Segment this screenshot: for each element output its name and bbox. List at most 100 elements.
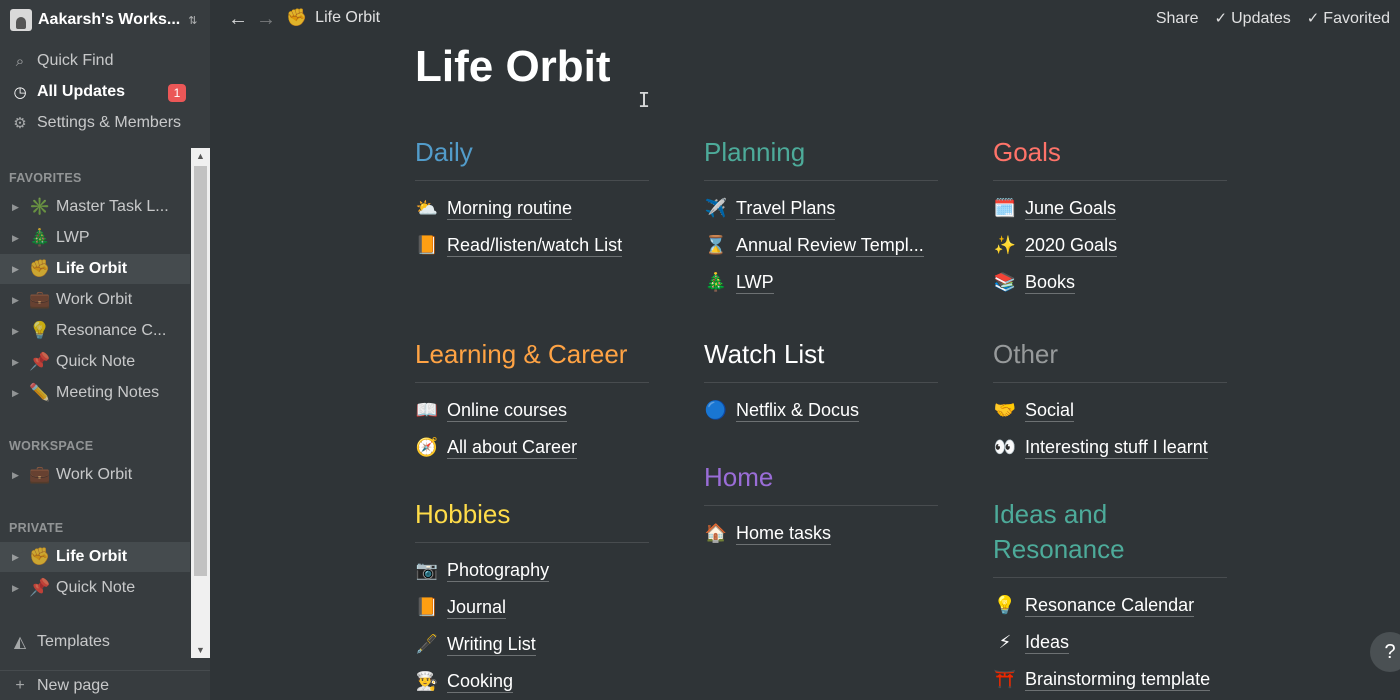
updates-badge: 1 [168, 84, 186, 102]
updates-button[interactable]: ✓ Updates [1215, 9, 1291, 28]
templates-label: Templates [37, 633, 110, 650]
link-reading-list[interactable]: 📙 Read/listen/watch List [415, 230, 623, 260]
back-arrow-icon[interactable]: ← [228, 8, 248, 31]
page-emoji-icon: ✳️ [29, 197, 51, 216]
link-lwp[interactable]: 🎄 LWP [704, 267, 774, 297]
sidebar-item-work-orbit[interactable]: ▶ 💼 Work Orbit [0, 460, 190, 490]
scroll-up-arrow-icon[interactable]: ▲ [191, 148, 210, 164]
expand-triangle-icon[interactable]: ▶ [12, 326, 28, 337]
link-interesting-stuff[interactable]: 👀 Interesting stuff I learnt [993, 432, 1208, 462]
eyes-icon: 👀 [993, 436, 1017, 457]
page-title[interactable]: Life Orbit [415, 42, 611, 92]
heading-learning-career: Learning & Career [415, 337, 649, 383]
new-page-label: New page [37, 676, 110, 694]
scrollbar-thumb[interactable] [194, 166, 207, 576]
breadcrumb-label: Life Orbit [315, 9, 381, 26]
help-button[interactable]: ? [1370, 632, 1400, 672]
link-label: Brainstorming template [1025, 668, 1211, 691]
tv-icon: 🔵 [704, 399, 728, 420]
link-2020-goals[interactable]: ✨ 2020 Goals [993, 230, 1118, 260]
workspace-heading: WORKSPACE [9, 439, 94, 453]
link-social[interactable]: 🤝 Social [993, 395, 1075, 425]
link-morning-routine[interactable]: ⛅ Morning routine [415, 193, 573, 223]
updates-label: Updates [1231, 10, 1291, 27]
page-emoji-icon: 🎄 [29, 228, 51, 247]
share-button[interactable]: Share [1156, 10, 1199, 28]
scroll-down-arrow-icon[interactable]: ▼ [191, 642, 210, 658]
expand-triangle-icon[interactable]: ▶ [12, 552, 28, 563]
heading-home: Home [704, 460, 938, 506]
link-travel-plans[interactable]: ✈️ Travel Plans [704, 193, 836, 223]
settings-label: Settings & Members [37, 114, 182, 131]
quick-find-label: Quick Find [37, 52, 114, 69]
sidebar-item-life-orbit[interactable]: ▶ ✊ Life Orbit [0, 542, 190, 572]
expand-triangle-icon[interactable]: ▶ [12, 470, 28, 481]
page-emoji-icon: 📌 [29, 352, 51, 371]
link-cooking[interactable]: 👨‍🍳 Cooking [415, 666, 514, 696]
expand-triangle-icon[interactable]: ▶ [12, 295, 28, 306]
link-label: Interesting stuff I learnt [1025, 436, 1208, 459]
airplane-icon: ✈️ [704, 197, 728, 218]
workspace-switcher[interactable]: Aakarsh's Works... ⇅ [10, 8, 200, 32]
topbar: ← → ✊ Life Orbit Share ✓ Updates ✓ Favorit… [210, 0, 1400, 40]
link-netflix[interactable]: 🔵 Netflix & Docus [704, 395, 860, 425]
link-online-courses[interactable]: 📖 Online courses [415, 395, 568, 425]
house-icon: 🏠 [704, 522, 728, 543]
link-label: Read/listen/watch List [447, 234, 623, 257]
chevron-updown-icon: ⇅ [188, 14, 198, 27]
lightbulb-icon: 💡 [993, 594, 1017, 615]
expand-triangle-icon[interactable]: ▶ [12, 388, 28, 399]
quick-find-button[interactable]: ⌕ Quick Find [10, 47, 200, 75]
sidebar-item-master-task[interactable]: ▶ ✳️ Master Task L... [0, 192, 190, 222]
link-label: Cooking [447, 670, 514, 693]
expand-triangle-icon[interactable]: ▶ [12, 233, 28, 244]
expand-triangle-icon[interactable]: ▶ [12, 202, 28, 213]
sidebar-item-life-orbit[interactable]: ▶ ✊ Life Orbit [0, 254, 190, 284]
link-photography[interactable]: 📷 Photography [415, 555, 550, 585]
forward-arrow-icon[interactable]: → [256, 8, 276, 31]
link-label: Writing List [447, 633, 536, 656]
sidebar-item-quick-note[interactable]: ▶ 📌 Quick Note [0, 347, 190, 377]
favorited-button[interactable]: ✓ Favorited [1307, 9, 1390, 28]
sidebar-item-quick-note[interactable]: ▶ 📌 Quick Note [0, 573, 190, 603]
sidebar-scrollbar[interactable]: ▲ ▼ [191, 148, 210, 658]
link-ideas[interactable]: ⚡ Ideas [993, 627, 1070, 657]
favorites-heading: FAVORITES [9, 171, 82, 185]
link-label: Resonance Calendar [1025, 594, 1195, 617]
expand-triangle-icon[interactable]: ▶ [12, 357, 28, 368]
breadcrumb[interactable]: ✊ Life Orbit [286, 8, 380, 28]
link-june-goals[interactable]: 🗓️ June Goals [993, 193, 1117, 223]
link-books[interactable]: 📚 Books [993, 267, 1076, 297]
link-journal[interactable]: 📙 Journal [415, 592, 507, 622]
new-page-button[interactable]: + New page [0, 670, 210, 700]
all-updates-label: All Updates [37, 83, 126, 100]
all-updates-button[interactable]: ◷ All Updates 1 [10, 78, 200, 106]
link-resonance-calendar[interactable]: 💡 Resonance Calendar [993, 590, 1195, 620]
app: Aakarsh's Works... ⇅ ⌕ Quick Find ◷ All … [0, 0, 1400, 700]
link-brainstorming[interactable]: ⛩️ Brainstorming template [993, 664, 1211, 694]
link-label: June Goals [1025, 197, 1117, 220]
sidebar-item-meeting-notes[interactable]: ▶ ✏️ Meeting Notes [0, 378, 190, 408]
open-book-icon: 📖 [415, 399, 439, 420]
expand-triangle-icon[interactable]: ▶ [12, 583, 28, 594]
templates-button[interactable]: ◭ Templates [10, 630, 110, 654]
topbar-actions: Share ✓ Updates ✓ Favorited [1140, 9, 1390, 28]
expand-triangle-icon[interactable]: ▶ [12, 264, 28, 275]
sidebar-item-label: Quick Note [56, 579, 136, 596]
sidebar-item-resonance[interactable]: ▶ 💡 Resonance C... [0, 316, 190, 346]
link-writing-list[interactable]: 🖋️ Writing List [415, 629, 536, 659]
page-emoji-icon: 📌 [29, 578, 51, 597]
sidebar-item-label: Work Orbit [56, 466, 133, 483]
heading-ideas-resonance: Ideas and Resonance [993, 497, 1227, 578]
link-career[interactable]: 🧭 All about Career [415, 432, 578, 462]
link-home-tasks[interactable]: 🏠 Home tasks [704, 518, 832, 548]
heading-watch-list: Watch List [704, 337, 938, 383]
sidebar-item-lwp[interactable]: ▶ 🎄 LWP [0, 223, 190, 253]
link-label: Ideas [1025, 631, 1070, 654]
favorited-label: Favorited [1323, 10, 1390, 27]
link-annual-review[interactable]: ⌛ Annual Review Templ... [704, 230, 924, 260]
sidebar-item-work-orbit[interactable]: ▶ 💼 Work Orbit [0, 285, 190, 315]
link-label: Journal [447, 596, 507, 619]
page-emoji-icon: ✏️ [29, 383, 51, 402]
settings-button[interactable]: ⚙ Settings & Members [10, 109, 200, 137]
